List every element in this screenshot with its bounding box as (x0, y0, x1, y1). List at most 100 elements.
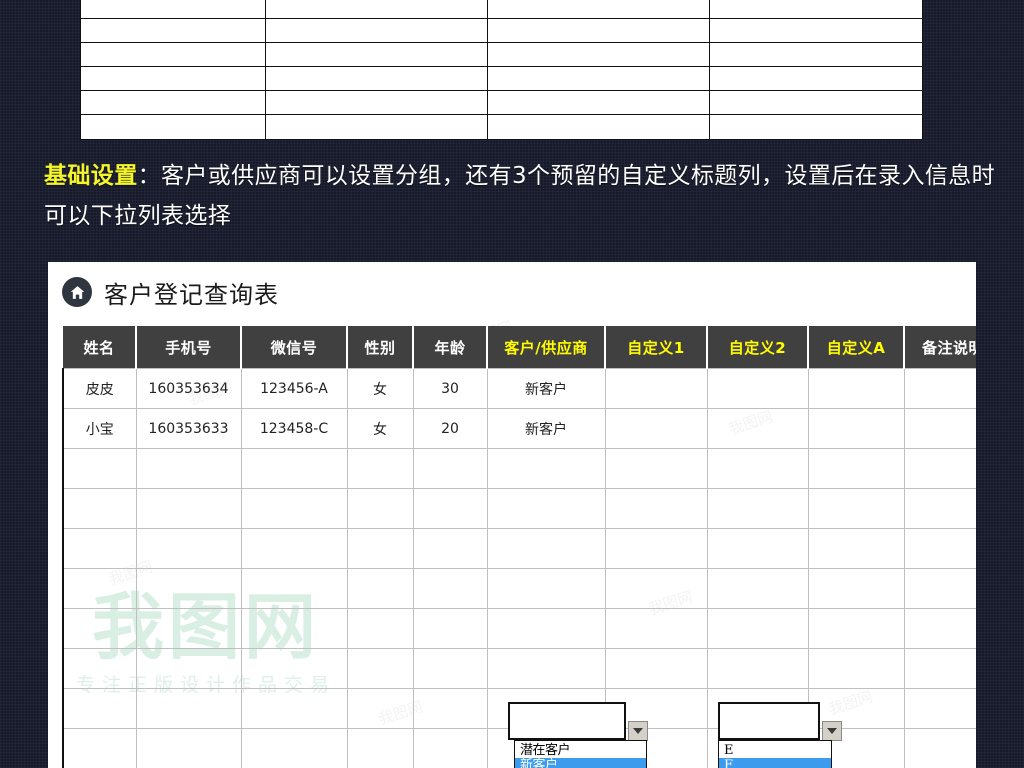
table-row[interactable] (62, 488, 976, 529)
cell-phone[interactable] (135, 608, 242, 649)
cell-phone[interactable]: 160353633 (135, 408, 242, 449)
list-item[interactable]: E (719, 743, 831, 758)
cell-gender[interactable] (346, 488, 414, 529)
cell-custom2[interactable] (706, 648, 809, 689)
cell-age[interactable] (412, 728, 488, 768)
cell-customer[interactable] (486, 528, 606, 569)
cell-customer[interactable] (486, 488, 606, 529)
list-item[interactable]: F (719, 758, 831, 768)
cell-wechat[interactable] (240, 688, 348, 729)
cell-name[interactable]: 皮皮 (62, 368, 137, 409)
cell-custom2[interactable] (706, 488, 809, 529)
column-header-customer[interactable]: 客户/供应商 (487, 326, 606, 369)
cell-phone[interactable] (135, 448, 242, 489)
cell-customer[interactable] (486, 568, 606, 609)
column-header-wechat[interactable]: 微信号 (241, 326, 348, 369)
cell-custom1[interactable] (604, 608, 708, 649)
cell-customA[interactable] (807, 648, 905, 689)
cell-gender[interactable]: 女 (346, 408, 414, 449)
cell-age[interactable]: 30 (412, 368, 488, 409)
cell-wechat[interactable] (240, 568, 348, 609)
cell-phone[interactable] (135, 648, 242, 689)
cell-customA[interactable] (807, 368, 905, 409)
cell-customA[interactable] (807, 608, 905, 649)
cell-note[interactable] (903, 568, 976, 609)
dropdown-custom1-list[interactable]: E F G H (718, 740, 832, 768)
cell-wechat[interactable] (240, 488, 348, 529)
dropdown-custom1-input[interactable] (718, 702, 820, 740)
column-header-phone[interactable]: 手机号 (136, 326, 242, 369)
cell-gender[interactable] (346, 528, 414, 569)
table-row[interactable] (62, 648, 976, 689)
cell-name[interactable] (62, 568, 137, 609)
cell-gender[interactable]: 女 (346, 368, 414, 409)
cell-customA[interactable] (807, 408, 905, 449)
cell-custom1[interactable] (604, 368, 708, 409)
table-row[interactable]: 小宝 160353633 123458-C 女 20 新客户 (62, 408, 976, 449)
cell-wechat[interactable]: 123458-C (240, 408, 348, 449)
table-row[interactable] (62, 608, 976, 649)
cell-wechat[interactable] (240, 648, 348, 689)
cell-phone[interactable] (135, 488, 242, 529)
cell-age[interactable] (412, 488, 488, 529)
cell-custom2[interactable] (706, 608, 809, 649)
cell-custom1[interactable] (604, 568, 708, 609)
cell-name[interactable] (62, 608, 137, 649)
cell-customA[interactable] (807, 448, 905, 489)
cell-note[interactable] (903, 688, 976, 729)
cell-note[interactable] (903, 368, 976, 409)
column-header-custom1[interactable]: 自定义1 (605, 326, 708, 369)
cell-custom1[interactable] (604, 448, 708, 489)
cell-custom1[interactable] (604, 528, 708, 569)
cell-gender[interactable] (346, 448, 414, 489)
cell-age[interactable] (412, 688, 488, 729)
cell-gender[interactable] (346, 688, 414, 729)
cell-age[interactable] (412, 568, 488, 609)
cell-custom2[interactable] (706, 528, 809, 569)
cell-name[interactable] (62, 648, 137, 689)
cell-name[interactable] (62, 688, 137, 729)
cell-wechat[interactable] (240, 608, 348, 649)
cell-custom1[interactable] (604, 488, 708, 529)
cell-note[interactable] (903, 648, 976, 689)
cell-gender[interactable] (346, 648, 414, 689)
cell-phone[interactable]: 160353634 (135, 368, 242, 409)
home-icon[interactable] (62, 277, 92, 307)
cell-gender[interactable] (346, 728, 414, 768)
cell-note[interactable] (903, 448, 976, 489)
cell-customA[interactable] (807, 568, 905, 609)
cell-phone[interactable] (135, 568, 242, 609)
cell-age[interactable] (412, 528, 488, 569)
chevron-down-icon[interactable] (822, 721, 842, 741)
chevron-down-icon[interactable] (628, 721, 648, 741)
cell-name[interactable] (62, 488, 137, 529)
cell-custom2[interactable] (706, 448, 809, 489)
column-header-customA[interactable]: 自定义A (808, 326, 905, 369)
cell-gender[interactable] (346, 568, 414, 609)
cell-wechat[interactable]: 123456-A (240, 368, 348, 409)
cell-phone[interactable] (135, 688, 242, 729)
cell-name[interactable] (62, 448, 137, 489)
cell-custom2[interactable] (706, 408, 809, 449)
column-header-name[interactable]: 姓名 (63, 326, 137, 369)
list-item[interactable]: 潜在客户 (515, 743, 646, 758)
cell-age[interactable] (412, 448, 488, 489)
cell-name[interactable] (62, 528, 137, 569)
column-header-custom2[interactable]: 自定义2 (707, 326, 809, 369)
cell-note[interactable] (903, 528, 976, 569)
cell-custom1[interactable] (604, 648, 708, 689)
cell-phone[interactable] (135, 528, 242, 569)
cell-customer[interactable] (486, 608, 606, 649)
column-header-gender[interactable]: 性别 (347, 326, 414, 369)
cell-note[interactable] (903, 728, 976, 768)
cell-wechat[interactable] (240, 448, 348, 489)
cell-name[interactable] (62, 728, 137, 768)
cell-age[interactable] (412, 608, 488, 649)
cell-customA[interactable] (807, 488, 905, 529)
cell-custom2[interactable] (706, 368, 809, 409)
table-row[interactable] (62, 448, 976, 489)
cell-wechat[interactable] (240, 528, 348, 569)
cell-customA[interactable] (807, 528, 905, 569)
column-header-age[interactable]: 年龄 (413, 326, 488, 369)
cell-note[interactable] (903, 488, 976, 529)
